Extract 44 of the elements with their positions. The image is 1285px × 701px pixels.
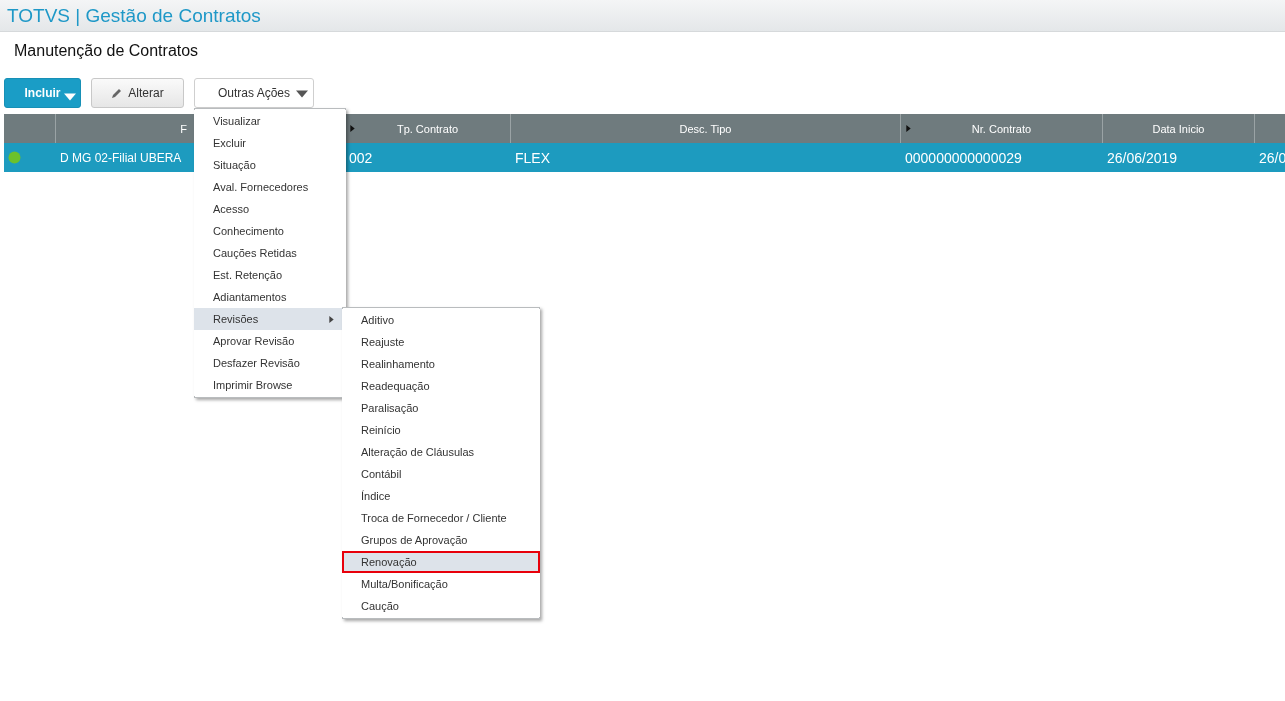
- menu-item[interactable]: Paralisação: [342, 397, 540, 419]
- pencil-icon: [111, 87, 123, 99]
- menu-item[interactable]: Troca de Fornecedor / Cliente: [342, 507, 540, 529]
- menu-item[interactable]: Adiantamentos: [194, 286, 346, 308]
- submenu-arrow-icon: [329, 315, 334, 323]
- table-cell: 000000000000029: [905, 149, 1022, 166]
- menu-item[interactable]: Realinhamento: [342, 353, 540, 375]
- menu-item[interactable]: Acesso: [194, 198, 346, 220]
- menu-item[interactable]: Est. Retenção: [194, 264, 346, 286]
- sort-arrow-icon: [350, 125, 355, 132]
- column-header[interactable]: Tp. Contrato: [396, 122, 459, 135]
- menu-item[interactable]: Aditivo: [342, 309, 540, 331]
- menu-item[interactable]: Alteração de Cláusulas: [342, 441, 540, 463]
- app-title: TOTVS | Gestão de Contratos: [7, 4, 261, 27]
- menu-item[interactable]: Readequação: [342, 375, 540, 397]
- caret-icon: [296, 90, 308, 98]
- table-cell: 26/0: [1259, 149, 1285, 166]
- column-header[interactable]: Data Inicio: [1152, 122, 1205, 135]
- page-title: Manutenção de Contratos: [14, 42, 199, 61]
- table-cell: 26/06/2019: [1107, 149, 1178, 166]
- column-header[interactable]: Nr. Contrato: [971, 122, 1032, 135]
- edit-button[interactable]: Alterar: [91, 78, 184, 108]
- sort-arrow-icon: [906, 125, 911, 132]
- menu-item[interactable]: Renovação: [342, 551, 540, 573]
- menu-item[interactable]: Multa/Bonificação: [342, 573, 540, 595]
- menu-item[interactable]: Índice: [342, 485, 540, 507]
- menu-item[interactable]: Aval. Fornecedores: [194, 176, 346, 198]
- more-actions-button[interactable]: Outras Ações: [194, 78, 314, 108]
- column-header[interactable]: F: [180, 122, 187, 135]
- menu-item[interactable]: Visualizar: [194, 110, 346, 132]
- menu-item[interactable]: Excluir: [194, 132, 346, 154]
- menu-item[interactable]: Cauções Retidas: [194, 242, 346, 264]
- menu-item[interactable]: Reinício: [342, 419, 540, 441]
- table-cell: 002: [349, 149, 373, 166]
- menu-item[interactable]: Reajuste: [342, 331, 540, 353]
- menu-item[interactable]: Contábil: [342, 463, 540, 485]
- menu-item[interactable]: Situação: [194, 154, 346, 176]
- caret-icon: [64, 93, 76, 101]
- menu-item[interactable]: Conhecimento: [194, 220, 346, 242]
- table-cell: D MG 02-Filial UBERA: [60, 150, 182, 165]
- menu-item[interactable]: Grupos de Aprovação: [342, 529, 540, 551]
- column-header[interactable]: Desc. Tipo: [679, 122, 732, 135]
- table-cell: FLEX: [515, 149, 550, 166]
- menu-item[interactable]: Caução: [342, 595, 540, 617]
